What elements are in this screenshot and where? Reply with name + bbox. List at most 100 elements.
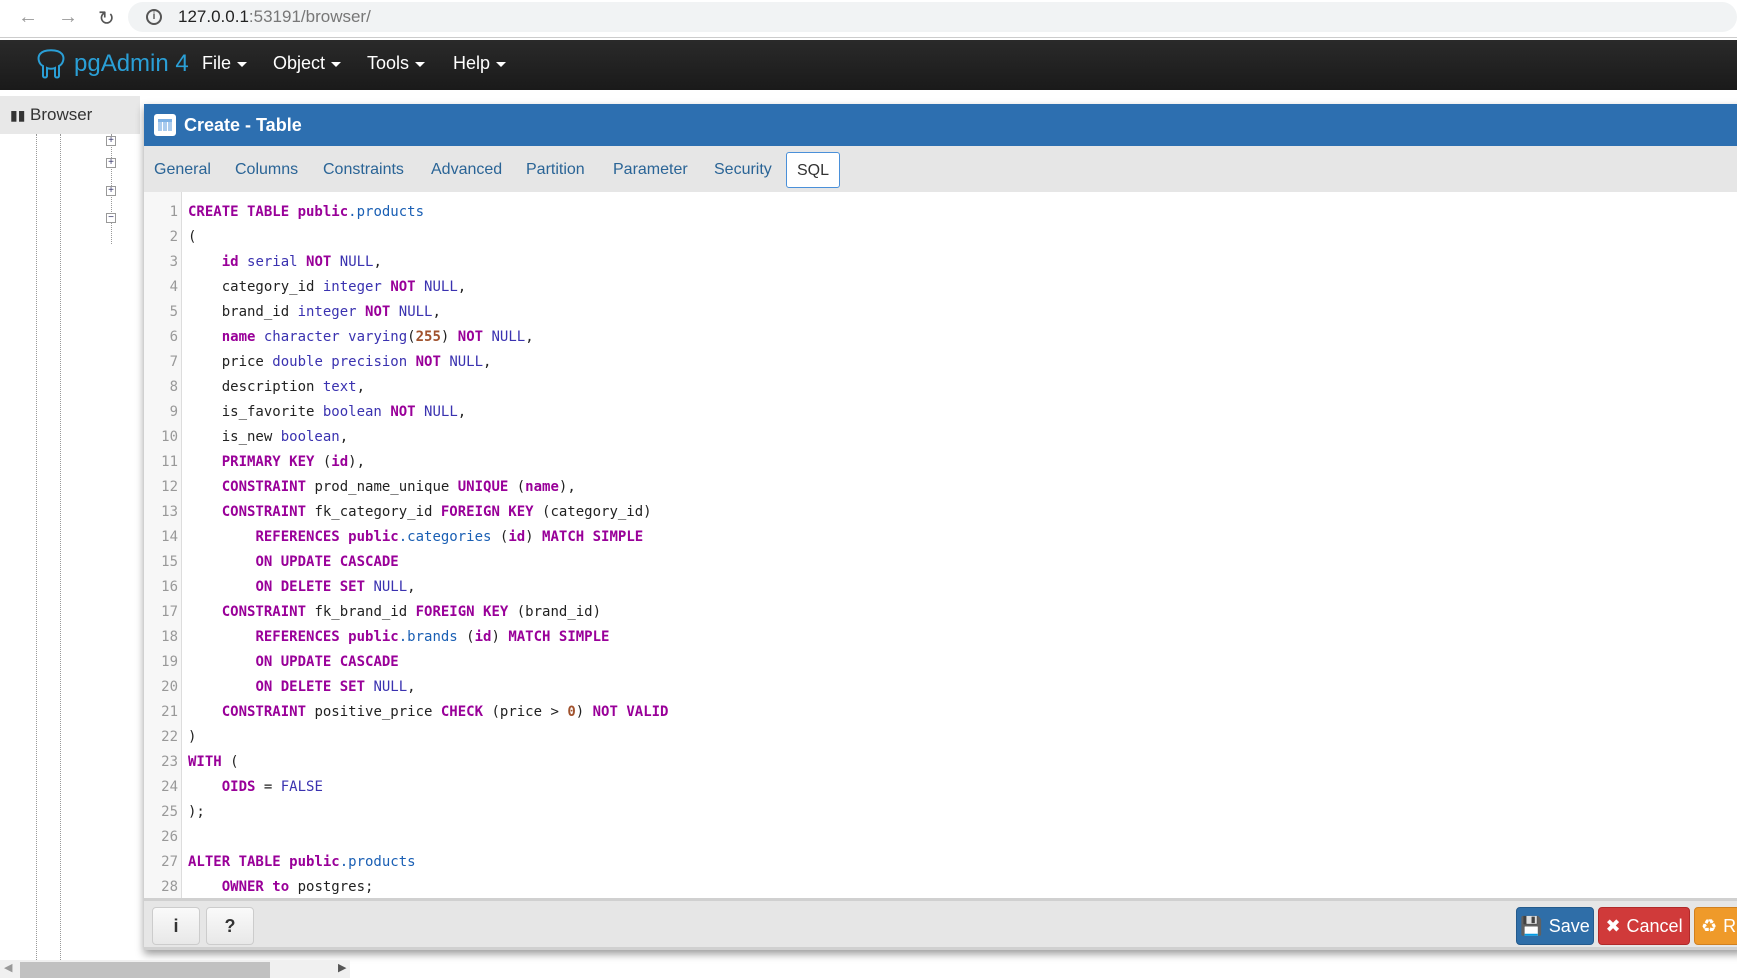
sql-token: .products [348, 204, 425, 220]
menu-tools-label: Tools [367, 53, 410, 73]
menu-object[interactable]: Object [273, 53, 342, 74]
sql-token: FOREIGN KEY [440, 504, 534, 520]
sql-token: ) [440, 329, 458, 345]
line-number: 1 [169, 204, 178, 220]
brand-name: pgAdmin 4 [74, 50, 189, 77]
code-line[interactable]: 21 CONSTRAINT positive_price CHECK (pric… [144, 700, 1737, 725]
code-text: is_favorite boolean NOT NULL, [188, 400, 467, 425]
tab-partition[interactable]: Partition [516, 152, 595, 188]
code-line[interactable]: 17 CONSTRAINT fk_brand_id FOREIGN KEY (b… [144, 600, 1737, 625]
address-bar[interactable]: i 127.0.0.1:53191/browser/ [128, 2, 1737, 32]
tree-line [36, 134, 37, 960]
info-button[interactable]: i [152, 907, 200, 945]
scroll-right-icon[interactable]: ▶ [338, 961, 346, 974]
dialog-header[interactable]: Create - Table [144, 104, 1737, 146]
code-line[interactable]: 22) [144, 725, 1737, 750]
code-line[interactable]: 12 CONSTRAINT prod_name_unique UNIQUE (n… [144, 475, 1737, 500]
code-line[interactable]: 2( [144, 225, 1737, 250]
code-line[interactable]: 8 description text, [144, 375, 1737, 400]
reset-button[interactable]: ♻ R [1694, 907, 1737, 945]
sql-token: ), [558, 479, 576, 495]
tab-parameter[interactable]: Parameter [603, 152, 698, 188]
code-line[interactable]: 9 is_favorite boolean NOT NULL, [144, 400, 1737, 425]
floppy-disk-icon: 💾 [1520, 915, 1543, 936]
sql-token: NOT [457, 329, 484, 345]
brand[interactable]: pgAdmin 4 [36, 48, 189, 80]
sql-token: , [483, 354, 492, 370]
line-number: 23 [161, 754, 178, 770]
cancel-button[interactable]: ✖ Cancel [1598, 907, 1690, 945]
code-line[interactable]: 26 [144, 825, 1737, 850]
tab-columns[interactable]: Columns [225, 152, 308, 188]
menu-help[interactable]: Help [453, 53, 507, 74]
info-icon[interactable]: i [146, 9, 162, 25]
browser-tab[interactable]: ▮▮ Browser [0, 96, 140, 134]
line-number: 2 [169, 229, 178, 245]
line-number: 3 [169, 254, 178, 270]
code-line[interactable]: 14 REFERENCES public.categories (id) MAT… [144, 525, 1737, 550]
code-line[interactable]: 15 ON UPDATE CASCADE [144, 550, 1737, 575]
tree-expand-icon[interactable]: + [106, 158, 116, 168]
code-text: brand_id integer NOT NULL, [188, 300, 441, 325]
help-button[interactable]: ? [206, 907, 254, 945]
caret-down-icon [331, 61, 342, 67]
code-text: ON UPDATE CASCADE [188, 550, 398, 575]
code-line[interactable]: 10 is_new boolean, [144, 425, 1737, 450]
scrollbar-thumb[interactable] [20, 962, 270, 978]
tab-general[interactable]: General [144, 152, 221, 188]
browser-tab-label: Browser [30, 105, 93, 124]
save-button[interactable]: 💾 Save [1516, 907, 1594, 945]
tree-collapse-icon[interactable]: − [106, 213, 116, 223]
code-line[interactable]: 20 ON DELETE SET NULL, [144, 675, 1737, 700]
code-line[interactable]: 25); [144, 800, 1737, 825]
menu-file[interactable]: File [202, 53, 248, 74]
sql-token: ( [221, 754, 239, 770]
tab-sql[interactable]: SQL [786, 152, 841, 188]
sql-token: ) [575, 704, 593, 720]
code-line[interactable]: 27 ALTER TABLE public.products [144, 850, 1737, 875]
sql-token: integer [297, 304, 357, 320]
tab-constraints[interactable]: Constraints [313, 152, 414, 188]
code-line[interactable]: 13 CONSTRAINT fk_category_id FOREIGN KEY… [144, 500, 1737, 525]
sql-editor[interactable]: 1 CREATE TABLE public.products 2(3 id seri… [144, 192, 1737, 898]
code-text: ALTER TABLE public.products [188, 850, 416, 875]
code-line[interactable]: 28 OWNER to postgres; [144, 875, 1737, 898]
code-line[interactable]: 18 REFERENCES public.brands (id) MATCH S… [144, 625, 1737, 650]
code-line[interactable]: 16 ON DELETE SET NULL, [144, 575, 1737, 600]
tab-advanced[interactable]: Advanced [421, 152, 512, 188]
code-line[interactable]: 23 WITH ( [144, 750, 1737, 775]
code-line[interactable]: 5 brand_id integer NOT NULL, [144, 300, 1737, 325]
code-line[interactable]: 24 OIDS = FALSE [144, 775, 1737, 800]
sql-token: text [322, 379, 357, 395]
menu-tools[interactable]: Tools [367, 53, 426, 74]
code-line[interactable]: 6 name character varying(255) NOT NULL, [144, 325, 1737, 350]
code-text: name character varying(255) NOT NULL, [188, 325, 534, 350]
sql-token: OIDS [221, 779, 256, 795]
sql-token: brand_id [188, 304, 298, 320]
cancel-label: Cancel [1626, 915, 1683, 936]
scroll-left-icon[interactable]: ◀ [4, 961, 12, 974]
code-line[interactable]: 3 id serial NOT NULL, [144, 250, 1737, 275]
horizontal-scrollbar[interactable]: ◀ ▶ [0, 960, 350, 978]
code-text: is_new boolean, [188, 425, 348, 450]
sql-token: (category_id) [533, 504, 652, 520]
code-line[interactable]: 19 ON UPDATE CASCADE [144, 650, 1737, 675]
tab-security[interactable]: Security [704, 152, 782, 188]
code-line[interactable]: 11 PRIMARY KEY (id), [144, 450, 1737, 475]
tree-expand-icon[interactable]: + [106, 136, 116, 146]
reload-icon[interactable]: ↻ [98, 6, 115, 31]
code-line[interactable]: 4 category_id integer NOT NULL, [144, 275, 1737, 300]
code-line[interactable]: 1 CREATE TABLE public.products [144, 200, 1737, 225]
code-line[interactable]: 7 price double precision NOT NULL, [144, 350, 1737, 375]
back-icon[interactable]: ← [18, 6, 38, 29]
sql-token: , [457, 404, 467, 420]
forward-icon[interactable]: → [58, 6, 78, 29]
tree-expand-icon[interactable]: + [106, 186, 116, 196]
sql-token: MATCH SIMPLE [542, 529, 644, 545]
